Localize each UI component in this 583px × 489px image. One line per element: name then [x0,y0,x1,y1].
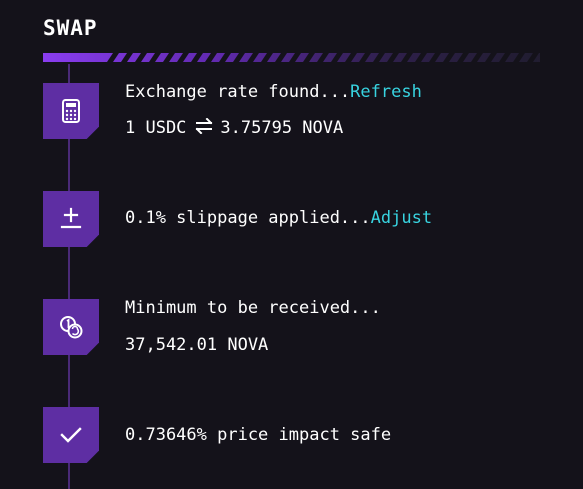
plus-minus-icon [60,207,82,229]
calculator-icon [62,99,80,123]
step-price-impact-badge [43,407,99,463]
check-icon [60,427,82,443]
coins-icon [60,316,83,339]
exchange-rate-label: Exchange rate found... [125,82,351,102]
refresh-link[interactable]: Refresh [350,82,422,102]
exchange-rate-value: 1 USDC 3.75795 NOVA [125,117,344,139]
slippage-status: 0.1% slippage applied...Adjust [125,208,432,228]
price-impact-status: 0.73646% price impact safe [125,425,392,445]
step-minimum-badge [43,299,99,355]
step-calculator-badge [43,83,99,139]
rate-from: 1 USDC [125,118,187,138]
slippage-label: 0.1% slippage applied... [125,208,371,228]
panel-title: SWAP [43,16,98,40]
swap-progress-bar [43,53,540,62]
rate-to: 3.75795 NOVA [220,118,344,138]
minimum-received-value: 37,542.01 NOVA [125,335,269,355]
swap-arrows-icon [194,117,214,139]
minimum-received-status: Minimum to be received... [125,298,381,318]
swap-panel: SWAP Exchange rate found...Refresh 1 USD… [0,0,583,489]
progress-stripes [43,53,540,62]
adjust-link[interactable]: Adjust [371,208,432,228]
step-slippage-badge [43,191,99,247]
exchange-rate-status: Exchange rate found...Refresh [125,82,422,102]
